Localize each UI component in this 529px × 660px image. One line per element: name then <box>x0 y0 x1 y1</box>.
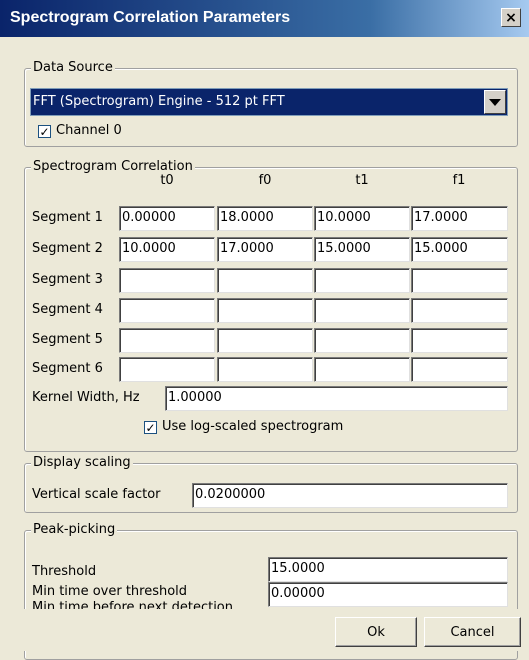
segment-3-label: Segment 3 <box>32 272 103 287</box>
segment-2-t1-input[interactable]: 15.0000 <box>314 237 410 262</box>
check-icon: ✓ <box>39 124 50 139</box>
segment-1-f0-input[interactable]: 18.0000 <box>217 206 313 231</box>
column-header-f0: f0 <box>258 173 272 188</box>
close-button[interactable]: × <box>501 8 521 27</box>
segment-4-f1-input[interactable] <box>411 298 508 323</box>
segment-5-t1-input[interactable] <box>314 328 410 353</box>
title-bar: Spectrogram Correlation Parameters × <box>0 0 529 37</box>
segment-3-t0-input[interactable] <box>119 268 215 293</box>
segment-5-f1-input[interactable] <box>411 328 508 353</box>
segment-6-label: Segment 6 <box>32 361 103 376</box>
segment-4-f0-input[interactable] <box>217 298 313 323</box>
segment-1-t0-input[interactable]: 0.00000 <box>119 206 215 231</box>
engine-select[interactable]: FFT (Spectrogram) Engine - 512 pt FFT <box>30 88 508 116</box>
spectrogram-correlation-title: Spectrogram Correlation <box>31 159 195 174</box>
ok-button[interactable]: Ok <box>335 617 417 647</box>
kernel-width-label: Kernel Width, Hz <box>32 390 140 405</box>
segment-5-t0-input[interactable] <box>119 328 215 353</box>
log-scaled-checkbox[interactable]: ✓ <box>144 421 157 434</box>
log-scaled-label: Use log-scaled spectrogram <box>162 419 344 434</box>
segment-6-t1-input[interactable] <box>314 357 410 382</box>
engine-select-value: FFT (Spectrogram) Engine - 512 pt FFT <box>33 94 285 109</box>
clipped-row: Min time before next detection <box>32 600 262 609</box>
min-time-label: Min time over threshold <box>32 584 188 599</box>
segment-4-t1-input[interactable] <box>314 298 410 323</box>
kernel-width-input[interactable]: 1.00000 <box>165 386 508 411</box>
check-icon: ✓ <box>145 420 156 435</box>
segment-4-t0-input[interactable] <box>119 298 215 323</box>
segment-3-t1-input[interactable] <box>314 268 410 293</box>
segment-5-f0-input[interactable] <box>217 328 313 353</box>
segment-2-label: Segment 2 <box>32 241 103 256</box>
threshold-label: Threshold <box>32 564 97 579</box>
column-header-t0: t0 <box>160 173 174 188</box>
min-time-before-next-label: Min time before next detection <box>32 600 233 609</box>
vertical-scale-label: Vertical scale factor <box>32 487 161 502</box>
segment-6-f0-input[interactable] <box>217 357 313 382</box>
min-time-input[interactable]: 0.00000 <box>268 582 508 607</box>
segment-3-f1-input[interactable] <box>411 268 508 293</box>
channel-0-label: Channel 0 <box>56 123 122 138</box>
segment-6-f1-input[interactable] <box>411 357 508 382</box>
segment-5-label: Segment 5 <box>32 332 103 347</box>
segment-1-f1-input[interactable]: 17.0000 <box>411 206 508 231</box>
column-header-f1: f1 <box>452 173 466 188</box>
chevron-down-icon <box>489 98 501 106</box>
cancel-button[interactable]: Cancel <box>424 617 521 647</box>
engine-select-dropdown-button[interactable] <box>484 90 506 114</box>
column-header-t1: t1 <box>355 173 369 188</box>
close-icon: × <box>505 9 517 26</box>
data-source-title: Data Source <box>31 60 115 75</box>
segment-1-t1-input[interactable]: 10.0000 <box>314 206 410 231</box>
segment-1-label: Segment 1 <box>32 210 103 225</box>
segment-2-t0-input[interactable]: 10.0000 <box>119 237 215 262</box>
segment-3-f0-input[interactable] <box>217 268 313 293</box>
segment-4-label: Segment 4 <box>32 302 103 317</box>
threshold-input[interactable]: 15.0000 <box>268 557 508 582</box>
window-title: Spectrogram Correlation Parameters <box>10 9 291 26</box>
display-scaling-title: Display scaling <box>31 455 133 470</box>
peak-picking-title: Peak-picking <box>31 522 118 537</box>
segment-2-f1-input[interactable]: 15.0000 <box>411 237 508 262</box>
channel-0-checkbox[interactable]: ✓ <box>38 125 51 138</box>
segment-6-t0-input[interactable] <box>119 357 215 382</box>
vertical-scale-input[interactable]: 0.0200000 <box>192 483 508 508</box>
segment-2-f0-input[interactable]: 17.0000 <box>217 237 313 262</box>
